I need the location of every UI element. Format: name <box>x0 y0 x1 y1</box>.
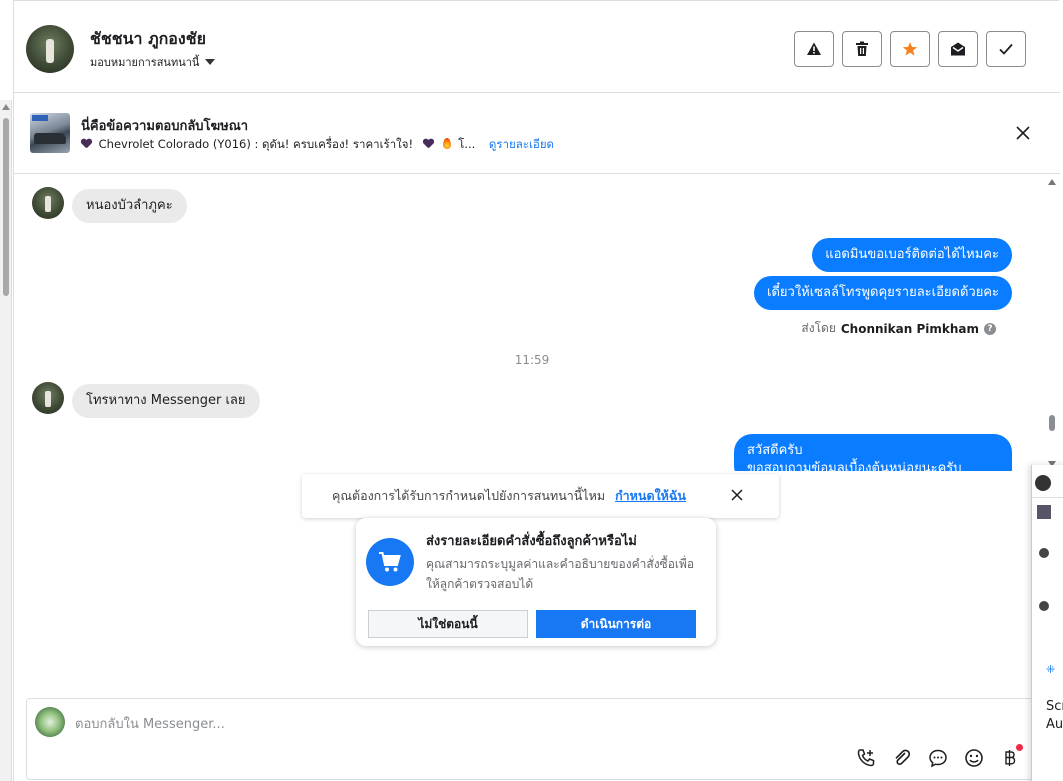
overlay-divider <box>1032 497 1063 498</box>
ad-details-link[interactable]: ดูรายละเอียด <box>489 137 554 151</box>
cart-badge <box>366 538 414 586</box>
assign-notification-text: คุณต้องการได้รับการกำหนดไปยังการสนทนานี้… <box>332 488 606 503</box>
order-prompt-title: ส่งรายละเอียดคำสั่งซื้อถึงลูกค้าหรือไม่ <box>426 534 637 549</box>
assign-dropdown[interactable]: มอบหมายการสนทนานี้ <box>90 53 216 71</box>
saved-reply-button[interactable] <box>927 747 949 769</box>
fire-icon <box>443 138 452 149</box>
page-scrollbar[interactable] <box>0 100 12 781</box>
side-overlay-window[interactable]: ⁜ Scr Au <box>1031 465 1063 781</box>
attachment-button[interactable] <box>891 747 913 769</box>
purple-heart-icon <box>81 139 91 148</box>
scroll-up-arrow-icon[interactable] <box>2 104 10 110</box>
page-scrollbar-thumb[interactable] <box>3 118 9 296</box>
purple-heart-icon <box>423 139 433 148</box>
close-notification-button[interactable] <box>729 487 745 503</box>
page-avatar <box>35 707 65 737</box>
message-bubble-incoming[interactable]: โทรหาทาง Messenger เลย <box>72 384 260 418</box>
contact-name[interactable]: ชัชชนา ภูกองชัย <box>90 27 206 52</box>
ad-ellipsis: โ... <box>458 137 476 151</box>
message-bubble-outgoing[interactable]: แอดมินขอเบอร์ติดต่อได้ไหมคะ <box>812 238 1012 272</box>
overlay-link-icon[interactable]: ⁜ <box>1046 663 1055 676</box>
ad-reply-banner: นี่คือข้อความตอบกลับโฆษณา Chevrolet Colo… <box>14 94 1060 174</box>
overlay-radio-icon[interactable] <box>1039 548 1049 558</box>
emoji-icon <box>965 749 983 767</box>
ad-description-row: Chevrolet Colorado (Y016) : ดุดัน! ครบเค… <box>81 136 554 154</box>
close-icon <box>1016 126 1030 140</box>
envelope-open-icon <box>951 42 965 56</box>
notification-dot <box>1016 744 1023 751</box>
overlay-text-2: Au <box>1046 717 1063 732</box>
order-prompt-description: คุณสามารถระบุมูลค่าและคำอธิบายของคำสั่งซ… <box>426 557 695 591</box>
contact-avatar[interactable] <box>26 25 74 73</box>
conversation-panel: ชัชชนา ภูกองชัย มอบหมายการสนทนานี้ นี่คื… <box>13 0 1063 781</box>
thread-scrollbar-thumb[interactable] <box>1049 415 1055 431</box>
ad-description: Chevrolet Colorado (Y016) : ดุดัน! ครบเค… <box>98 137 414 151</box>
mark-done-button[interactable] <box>986 31 1026 67</box>
overlay-avatar <box>1035 475 1051 491</box>
thread-scrollbar[interactable] <box>1045 175 1059 471</box>
app-root: ชัชชนา ภูกองชัย มอบหมายการสนทนานี้ นี่คื… <box>0 0 1063 781</box>
trash-icon <box>856 41 868 56</box>
baht-icon <box>1005 750 1016 766</box>
message-timestamp: 11:59 <box>514 353 550 367</box>
delete-button[interactable] <box>842 31 882 67</box>
close-icon <box>731 489 743 501</box>
chat-bubble-icon <box>929 749 947 768</box>
chevron-down-icon <box>205 59 216 65</box>
mark-unread-button[interactable] <box>938 31 978 67</box>
payment-button[interactable] <box>999 744 1023 769</box>
help-icon[interactable]: ? <box>984 322 996 335</box>
not-now-button[interactable]: ไม่ใช่ตอนนี้ <box>368 610 528 638</box>
overlay-radio-icon[interactable] <box>1039 601 1049 611</box>
ad-title: นี่คือข้อความตอบกลับโฆษณา <box>81 119 249 134</box>
continue-button[interactable]: ดำเนินการต่อ <box>536 610 696 638</box>
overlay-text-1: Scr <box>1046 699 1063 714</box>
assign-label: มอบหมายการสนทนานี้ <box>90 56 200 69</box>
header-actions <box>794 31 1026 67</box>
message-thread: หนองบัวลำภูคะ แอดมินขอเบอร์ติดต่อได้ไหมค… <box>14 175 1044 471</box>
sent-by-prefix: ส่งโดย <box>801 321 836 335</box>
composer-toolbar <box>855 744 1057 769</box>
order-details-prompt: ส่งรายละเอียดคำสั่งซื้อถึงลูกค้าหรือไม่ … <box>356 518 716 646</box>
message-composer: ตอบกลับใน Messenger... <box>26 698 1063 780</box>
report-spam-button[interactable] <box>794 31 834 67</box>
warning-icon <box>807 42 821 55</box>
shopping-cart-icon <box>379 552 401 572</box>
star-button[interactable] <box>890 31 930 67</box>
emoji-button[interactable] <box>963 747 985 769</box>
overlay-thumbnail <box>1037 505 1051 519</box>
customer-avatar[interactable] <box>32 187 64 219</box>
star-icon <box>902 42 918 56</box>
call-button[interactable] <box>855 747 877 769</box>
ad-thumbnail[interactable] <box>30 113 70 153</box>
call-icon <box>857 749 875 767</box>
message-bubble-incoming[interactable]: หนองบัวลำภูคะ <box>72 189 187 223</box>
checkmark-icon <box>999 43 1013 55</box>
close-banner-button[interactable] <box>1014 124 1032 142</box>
assign-to-me-link[interactable]: กำหนดให้ฉัน <box>615 486 686 506</box>
reply-input[interactable]: ตอบกลับใน Messenger... <box>75 713 225 734</box>
customer-avatar[interactable] <box>32 382 64 414</box>
message-bubble-outgoing[interactable]: เดี๋ยวให้เซลล์โทรพูดคุยรายละเอียดด้วยคะ <box>754 276 1012 310</box>
sent-by-name: Chonnikan Pimkham <box>840 321 979 336</box>
attachment-icon <box>895 749 911 765</box>
scroll-up-arrow-icon[interactable] <box>1048 179 1056 185</box>
conversation-header: ชัชชนา ภูกองชัย มอบหมายการสนทนานี้ <box>14 5 1060 93</box>
assign-notification: คุณต้องการได้รับการกำหนดไปยังการสนทนานี้… <box>302 474 779 518</box>
message-bubble-outgoing[interactable]: สวัสดีครับ ขอสอบถามข้อมูลเบื้องต้นหน่อยน… <box>734 434 1012 471</box>
sent-by-line: ส่งโดย Chonnikan Pimkham ? <box>801 319 996 338</box>
